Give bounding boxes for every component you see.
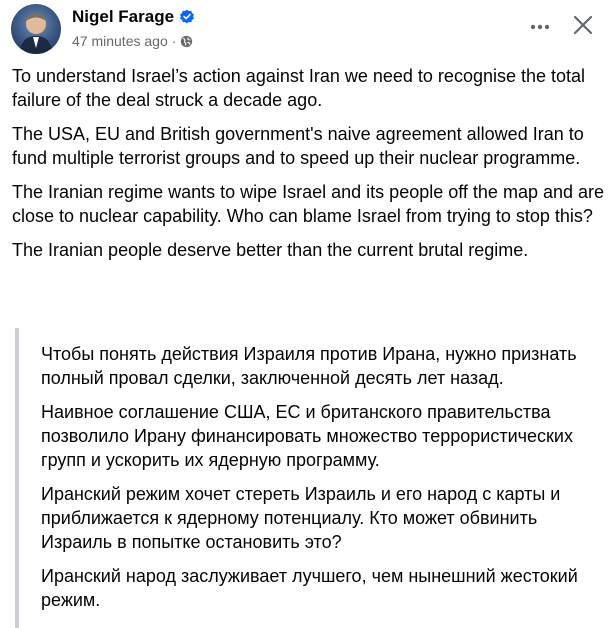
post-meta: 47 minutes ago ·	[72, 32, 193, 50]
post-header: Nigel Farage 47 minutes ago ·	[0, 0, 613, 64]
author-name[interactable]: Nigel Farage	[72, 7, 174, 27]
verified-badge-icon	[179, 9, 195, 25]
quote-paragraph: Иранский режим хочет стереть Израиль и е…	[41, 484, 561, 552]
globe-icon[interactable]	[180, 35, 193, 48]
more-options-icon[interactable]	[525, 14, 555, 40]
post-paragraph: The USA, EU and British government's nai…	[12, 124, 584, 168]
close-icon[interactable]	[568, 10, 598, 40]
quote-paragraph: Иранский народ заслуживает лучшего, чем …	[41, 566, 578, 610]
timestamp-link[interactable]: 47 minutes ago	[72, 33, 168, 49]
facebook-post: Nigel Farage 47 minutes ago · To underst…	[0, 0, 613, 628]
translation-quote: Чтобы понять действия Израиля против Ира…	[15, 328, 613, 628]
meta-separator: ·	[171, 33, 177, 49]
author-line: Nigel Farage	[72, 6, 195, 28]
quote-paragraph: Чтобы понять действия Израиля против Ира…	[41, 344, 577, 388]
avatar[interactable]	[11, 4, 61, 54]
quote-paragraph: Наивное соглашение США, ЕС и британского…	[41, 402, 573, 470]
post-body: To understand Israel’s action against Ir…	[12, 64, 608, 272]
post-paragraph: The Iranian regime wants to wipe Israel …	[12, 182, 605, 226]
avatar-photo	[19, 13, 53, 54]
post-paragraph: To understand Israel’s action against Ir…	[12, 66, 586, 110]
post-paragraph: The Iranian people deserve better than t…	[12, 240, 529, 260]
